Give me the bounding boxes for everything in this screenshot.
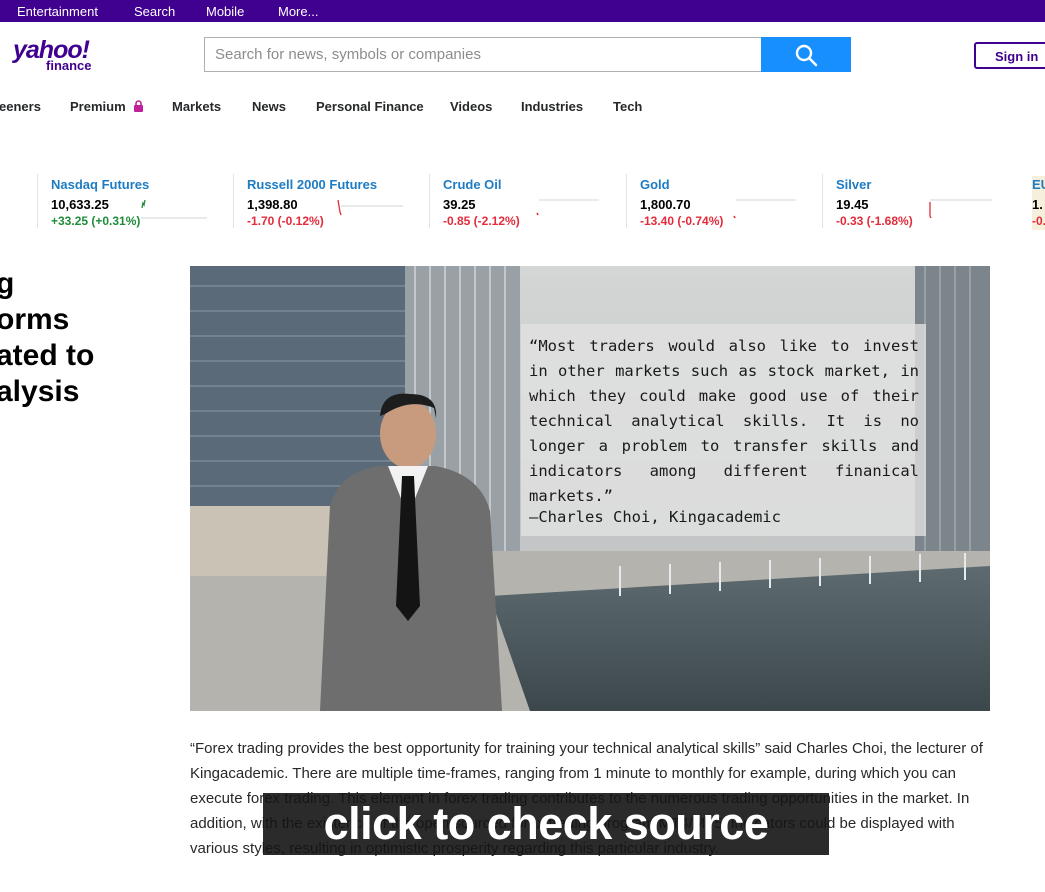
ticker-name: Crude Oil — [443, 177, 502, 192]
top-nav-bar: Entertainment Search Mobile More... — [0, 0, 1045, 22]
nav-premium[interactable]: Premium — [70, 99, 144, 114]
ticker-price: 1,398.80 — [247, 197, 298, 212]
ticker-divider — [429, 174, 430, 228]
ticker-russell-2000-futures[interactable]: Russell 2000 Futures 1,398.80 -1.70 (-0.… — [233, 174, 417, 230]
search-button[interactable] — [761, 37, 851, 72]
ticker-change: -1.70 (-0.12%) — [247, 214, 324, 228]
nav-industries[interactable]: Industries — [521, 99, 583, 114]
ticker-price: 1. — [1032, 197, 1043, 212]
search-box — [204, 37, 762, 72]
top-nav-mobile[interactable]: Mobile — [206, 4, 244, 19]
ticker-divider — [233, 174, 234, 228]
ticker-sparkline — [536, 199, 599, 216]
headline-line: g — [0, 267, 15, 300]
ticker-silver[interactable]: Silver 19.45 -0.33 (-1.68%) — [822, 174, 1006, 230]
ticker-name: Silver — [836, 177, 872, 192]
ticker-sparkline — [337, 199, 403, 216]
sign-in-button[interactable]: Sign in — [974, 42, 1045, 69]
ticker-change: -13.40 (-0.74%) — [640, 214, 724, 228]
ticker-change: -0. — [1032, 214, 1045, 228]
hero-quote-box: “Most traders would also like to invest … — [521, 324, 926, 536]
top-nav-more[interactable]: More... — [278, 4, 318, 19]
top-nav-search[interactable]: Search — [134, 4, 175, 19]
check-source-overlay[interactable]: click to check source — [263, 793, 829, 855]
ticker-price: 10,633.25 — [51, 197, 109, 212]
ticker-price: 19.45 — [836, 197, 869, 212]
ticker-sparkline — [141, 199, 207, 219]
ticker-crude-oil[interactable]: Crude Oil 39.25 -0.85 (-2.12%) — [429, 174, 613, 230]
ticker-name: Russell 2000 Futures — [247, 177, 378, 192]
ticker-nasdaq-futures[interactable]: Nasdaq Futures 10,633.25 +33.25 (+0.31%) — [37, 174, 221, 230]
ticker-change: -0.85 (-2.12%) — [443, 214, 520, 228]
nav-videos[interactable]: Videos — [450, 99, 492, 114]
ticker-divider — [37, 174, 38, 228]
ticker-price: 39.25 — [443, 197, 476, 212]
yahoo-finance-logo[interactable]: yahoo! finance — [13, 36, 105, 74]
headline-line: alysis — [0, 375, 80, 408]
ticker-change: -0.33 (-1.68%) — [836, 214, 913, 228]
nav-premium-label: Premium — [70, 99, 126, 114]
nav-personal-finance[interactable]: Personal Finance — [316, 99, 424, 114]
nav-markets[interactable]: Markets — [172, 99, 221, 114]
ticker-sparkline — [733, 199, 796, 219]
search-icon — [795, 44, 818, 66]
headline-line: orms — [0, 303, 70, 336]
ticker-eur[interactable]: EU 1. -0. — [1032, 176, 1045, 230]
article-headline: g orms ated to alysis — [0, 266, 94, 410]
ticker-price: 1,800.70 — [640, 197, 691, 212]
ticker-change: +33.25 (+0.31%) — [51, 214, 141, 228]
nav-tech[interactable]: Tech — [613, 99, 642, 114]
check-source-label: click to check source — [323, 798, 769, 849]
nav-screeners[interactable]: eeners — [0, 99, 41, 114]
article-hero-image: “Most traders would also like to invest … — [190, 266, 990, 711]
logo-finance: finance — [46, 58, 92, 73]
ticker-gold[interactable]: Gold 1,800.70 -13.40 (-0.74%) — [626, 174, 810, 230]
lock-icon — [134, 100, 144, 112]
ticker-divider — [626, 174, 627, 228]
ticker-sparkline — [929, 199, 992, 219]
nav-news[interactable]: News — [252, 99, 286, 114]
hero-quote-text: “Most traders would also like to invest … — [529, 337, 919, 505]
search-input[interactable] — [205, 38, 762, 71]
ticker-name: EU — [1032, 177, 1045, 192]
ticker-name: Gold — [640, 177, 670, 192]
hero-quote-author: –Charles Choi, Kingacademic — [529, 508, 781, 526]
ticker-divider — [822, 174, 823, 228]
ticker-name: Nasdaq Futures — [51, 177, 150, 192]
top-nav-entertainment[interactable]: Entertainment — [17, 4, 98, 19]
headline-line: ated to — [0, 339, 95, 372]
